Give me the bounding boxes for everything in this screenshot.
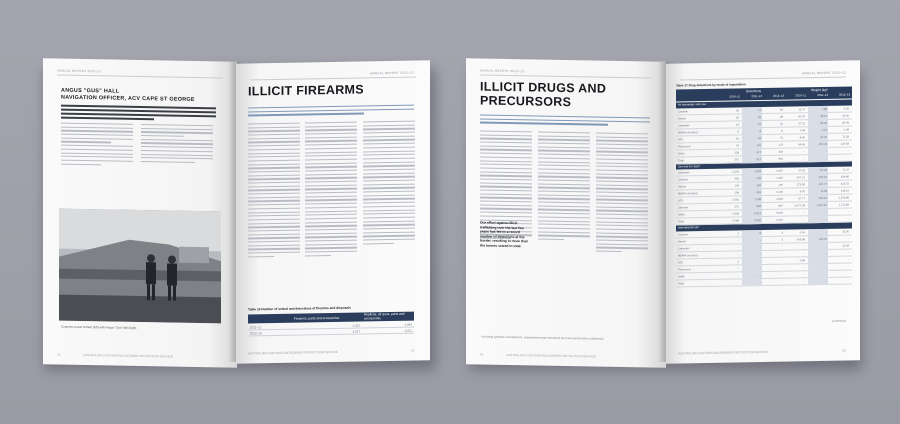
- drug-row-value: –: [737, 280, 740, 284]
- body-column-1: [61, 122, 133, 169]
- drug-row-value: 367: [734, 157, 739, 161]
- drug-row-label: Other: [678, 213, 685, 217]
- drug-row-value: 5,920: [742, 217, 762, 225]
- page-header: Annual Report 2012–13: [57, 68, 102, 74]
- drug-row-label: Cocaine: [678, 178, 688, 182]
- drug-row-label: Other: [678, 274, 685, 278]
- crew-photo: [59, 208, 221, 324]
- drug-row-label: Heroin: [678, 185, 686, 189]
- drug-row-value: –: [847, 278, 850, 283]
- drug-row-label: Total: [678, 281, 684, 285]
- page-number: 73: [410, 348, 414, 353]
- table-title: Table 17 Drug detections by mode of impo…: [676, 82, 746, 88]
- crew-photo-image: [59, 208, 221, 324]
- body-column-3: [596, 132, 648, 256]
- year-header-cell: 2011–12: [751, 94, 762, 99]
- drug-row-label: Heroin: [678, 239, 686, 243]
- drug-row-label: Other: [678, 151, 685, 155]
- firearms-row-year: 2012–13: [250, 331, 262, 336]
- drug-row-label: MDMA (ecstasy): [678, 130, 698, 134]
- drug-row-value: –: [803, 279, 806, 283]
- drug-row-value: –: [803, 218, 806, 222]
- drug-row-value: –: [847, 155, 850, 160]
- section-title-line2: PRECURSORS: [480, 93, 572, 110]
- table-title: Table 16 Number of seized and detections…: [248, 305, 351, 312]
- drug-row-value: 540: [778, 157, 783, 161]
- firearms-table-body: 2011–12 1,412 4,094 2012–13 1,077 4,011: [248, 321, 414, 337]
- left-book-left-page: Annual Report 2012–13 ANGUS "GUS" HALL N…: [43, 58, 237, 368]
- intro-paragraph: [480, 114, 650, 128]
- table-col2-header: Replicas, air guns, parts and accessorie…: [364, 311, 405, 320]
- drug-row-value: 4,784: [732, 219, 739, 223]
- drug-row-label: Precursors: [678, 144, 691, 148]
- drug-row-value: –: [808, 215, 828, 224]
- drug-row-value: 6,326: [776, 218, 783, 222]
- profile-role: NAVIGATION OFFICER, ACV CAPE ST GEORGE: [61, 94, 195, 103]
- right-book-right-page: Annual Report 2012–13 Table 17 Drug dete…: [666, 60, 860, 364]
- drug-row-label: Cannabis: [678, 123, 690, 127]
- intro-paragraph: [61, 104, 216, 124]
- page-number: 83: [842, 348, 846, 353]
- page-header: Annual Report 2012–13: [369, 70, 414, 76]
- drug-row-value: –: [808, 277, 828, 285]
- drug-row-label: Cocaine: [678, 232, 688, 236]
- drug-row-label: MDMA (ecstasy): [678, 253, 698, 257]
- firearms-row-value: 1,077: [352, 329, 360, 334]
- body-column-2: [305, 121, 357, 259]
- year-header-cell: 2010–11: [795, 93, 806, 98]
- drug-row-label: Cannabis: [678, 171, 690, 175]
- drug-row-label: Precursors: [678, 267, 691, 271]
- drug-row-value: –: [847, 217, 850, 221]
- year-header-cell: 2012–13: [839, 92, 850, 97]
- background: Annual Report 2012–13 ANGUS "GUS" HALL N…: [0, 0, 900, 424]
- page-footer: AUSTRALIAN CUSTOMS AND BORDER PROTECTION…: [678, 349, 768, 356]
- photo-caption: Customs vessel Hobart (left) with Angus …: [61, 324, 137, 330]
- right-book-left-page: Annual Report 2012–13 ILLICIT DRUGS AND …: [466, 58, 666, 368]
- page-footer: AUSTRALIAN CUSTOMS AND BORDER PROTECTION…: [506, 352, 596, 359]
- year-header-cell: 2012–13: [773, 93, 784, 98]
- drug-row-label: ATS: [678, 137, 684, 141]
- page-footer: AUSTRALIAN CUSTOMS AND BORDER PROTECTION…: [83, 353, 173, 359]
- drug-row-value: –: [803, 156, 806, 160]
- year-header-cell: 2011–12: [817, 92, 828, 98]
- section-title: ILLICIT FIREARMS: [248, 82, 364, 99]
- drug-row-label: Cannabis: [678, 246, 690, 250]
- page-number: 72: [57, 352, 61, 357]
- body-column-2: [141, 124, 213, 166]
- header-rule: [57, 74, 223, 79]
- year-header-cell: 2010–11: [729, 94, 740, 99]
- drug-row-label: Total: [678, 220, 684, 224]
- header-rule: [680, 76, 846, 81]
- continued-label: (continued): [832, 318, 846, 323]
- weight-group-header: Weight (kg)*: [811, 87, 829, 93]
- drug-row-value: 617: [742, 155, 762, 163]
- left-book-right-page: Annual Report 2012–13 ILLICIT FIREARMS T…: [236, 60, 430, 364]
- header-rule: [250, 76, 416, 81]
- detections-group-header: Detections: [746, 89, 762, 94]
- page-header: Annual Report 2012–13: [480, 68, 525, 74]
- drug-row-value: –: [781, 280, 784, 284]
- page-number: 82: [480, 352, 484, 357]
- firearms-row-value: 4,011: [404, 328, 412, 333]
- table-col1-header: Firearms, parts and accessories: [294, 315, 340, 321]
- drug-table-body: Air passenger and crew Cocaine 42 74 50 11.74…: [676, 99, 852, 288]
- drug-row-label: ATS: [678, 260, 684, 264]
- drug-row-value: –: [808, 154, 828, 162]
- page-header: Annual Report 2012–13: [801, 70, 846, 76]
- drug-row-label: ATS: [678, 199, 684, 203]
- drug-row-label: Total: [678, 158, 684, 162]
- pull-quote: Our effort against illicit trafficking o…: [480, 220, 529, 249]
- drug-row-label: Cocaine: [678, 109, 688, 113]
- page-footer: AUSTRALIAN CUSTOMS AND BORDER PROTECTION…: [248, 349, 338, 356]
- body-column-3: [363, 120, 415, 247]
- drug-row-label: Heroin: [678, 116, 686, 120]
- footnote: * Including synthetic cannabinoids, amph…: [480, 334, 605, 341]
- drug-row-value: –: [742, 278, 762, 286]
- intro-paragraph: [248, 104, 414, 119]
- drug-row-label: MDMA (ecstasy): [678, 192, 698, 196]
- header-rule: [480, 74, 652, 79]
- body-column-1: [248, 122, 300, 260]
- drug-row-label: Steroids: [678, 206, 688, 210]
- body-column-2: [538, 131, 590, 244]
